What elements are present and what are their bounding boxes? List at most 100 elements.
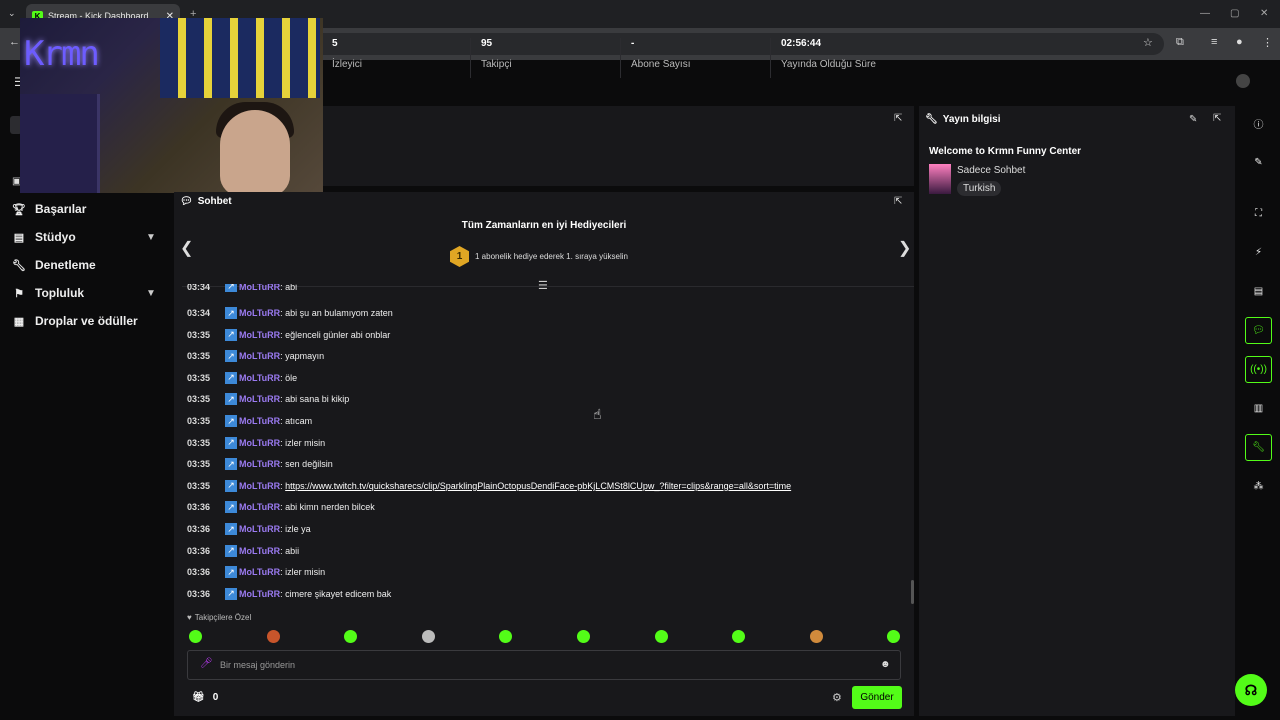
message-text: abii (285, 545, 300, 556)
chat-message: 03:35 ↗ MoLTuRR: abi sana bi kikip (187, 393, 349, 406)
send-button[interactable]: Gönder (852, 686, 902, 709)
message-username[interactable]: MoLTuRR (239, 351, 280, 361)
pencil-icon[interactable]: ✎ (1245, 149, 1272, 176)
stat-value: 5 (332, 38, 338, 49)
stream-info-header: 🔧︎ Yayın bilgisi (925, 114, 1001, 125)
emote-icon[interactable] (654, 630, 668, 643)
broadcast-icon[interactable]: ((•)) (1245, 356, 1272, 383)
edit-icon[interactable]: ✎ (1189, 114, 1197, 125)
wrench-icon: 🔧︎ (12, 259, 26, 272)
window-close-icon[interactable]: ✕ (1260, 8, 1268, 19)
message-link[interactable]: https://www.twitch.tv/quicksharecs/clip/… (285, 481, 791, 491)
prev-arrow-icon[interactable]: ❮ (180, 238, 193, 258)
message-username[interactable]: MoLTuRR (239, 416, 280, 426)
emote-icon[interactable] (266, 630, 280, 643)
neon-logo: Krmn (24, 34, 100, 74)
sidebar-item-community[interactable]: ⚑ Topluluk ▼ (12, 286, 156, 300)
message-username[interactable]: MoLTuRR (239, 373, 280, 383)
chat-settings-icon[interactable]: ⚙ (832, 691, 842, 704)
user-badge-icon: ↗ (225, 566, 237, 579)
share-icon[interactable]: ⁂ (1245, 473, 1272, 500)
clipboard-icon[interactable]: ▤ (1245, 278, 1272, 305)
layout-icon[interactable]: ▥ (1245, 395, 1272, 422)
chat-header: 💬︎ Sohbet (180, 196, 232, 207)
maximize-icon[interactable]: ▢ (1230, 8, 1239, 19)
message-text: izler misin (285, 567, 326, 578)
message-text: yapmayın (285, 351, 325, 362)
user-avatar[interactable] (1236, 74, 1250, 88)
heart-icon: ♥ (187, 613, 192, 622)
message-username[interactable]: MoLTuRR (239, 502, 280, 512)
message-username[interactable]: MoLTuRR (239, 546, 280, 556)
chat-scrollbar[interactable] (911, 580, 914, 604)
message-time: 03:34 (187, 284, 211, 292)
top-gifters-info: 1 1 abonelik hediye ederek 1. sıraya yük… (450, 246, 628, 267)
emote-icon[interactable] (421, 630, 435, 643)
message-username[interactable]: MoLTuRR (239, 524, 280, 534)
extensions-icon[interactable]: ⧉ (1176, 36, 1184, 49)
message-username[interactable]: MoLTuRR (239, 589, 280, 599)
user-badge-icon: ↗ (225, 328, 237, 341)
emote-icon[interactable] (577, 630, 590, 643)
message-username[interactable]: MoLTuRR (239, 459, 280, 469)
support-chat-button[interactable]: ☊ (1235, 674, 1267, 706)
fullscreen-icon[interactable]: ⛶ (1245, 200, 1272, 227)
message-username[interactable]: MoLTuRR (239, 284, 280, 292)
followers-only-label: Takipçilere Özel (194, 613, 252, 622)
emoji-icon[interactable]: ☻ (880, 659, 891, 670)
sidebar-item-drops[interactable]: ▦ Droplar ve ödüller (12, 314, 138, 328)
message-time: 03:35 (187, 437, 211, 448)
stream-category: Sadece Sohbet (957, 165, 1026, 176)
user-badge-icon: ↗ (225, 458, 237, 471)
chevron-down-icon[interactable]: ▼ (146, 288, 156, 299)
minimize-icon[interactable]: — (1200, 8, 1210, 19)
bookmark-star-icon[interactable]: ☆ (1143, 36, 1153, 49)
message-username[interactable]: MoLTuRR (239, 481, 280, 491)
user-badge-icon: ↗ (225, 523, 237, 535)
lightning-icon[interactable]: ⚡︎ (1245, 239, 1272, 266)
stream-info-panel (919, 106, 1235, 716)
chat-message: 03:35 ↗ MoLTuRR: öle (187, 371, 297, 384)
message-username[interactable]: MoLTuRR (239, 438, 280, 448)
message-time: 03:35 (187, 459, 211, 470)
message-username[interactable]: MoLTuRR (239, 330, 280, 340)
tab-search-icon[interactable]: ⌄ (8, 8, 16, 19)
stat-subscribers: - Abone Sayısı (620, 38, 690, 78)
menu-dots-icon[interactable]: ⋮ (1262, 36, 1273, 49)
next-arrow-icon[interactable]: ❯ (898, 238, 911, 258)
message-time: 03:34 (187, 308, 211, 318)
drops-icon: ▦ (13, 315, 25, 328)
left-sidebar (0, 104, 172, 720)
user-badge-icon: ↗ (225, 307, 237, 319)
chevron-down-icon[interactable]: ▼ (146, 232, 156, 243)
message-time: 03:36 (187, 545, 211, 556)
sidebar-item-moderation[interactable]: 🔧︎ Denetleme (12, 258, 96, 272)
streamer-face (220, 110, 290, 193)
profile-icon[interactable]: ● (1236, 36, 1243, 48)
sidebar-item-label: Topluluk (35, 286, 85, 300)
media-icon[interactable]: ≡ (1211, 36, 1217, 48)
message-username[interactable]: MoLTuRR (239, 308, 280, 318)
wrench-toggle-icon[interactable]: 🔧︎ (1245, 434, 1272, 461)
popout-icon[interactable]: ⇱ (894, 113, 902, 124)
message-time: 03:36 (187, 567, 211, 578)
info-popout-icon[interactable]: ⇱ (1213, 113, 1221, 124)
message-username[interactable]: MoLTuRR (239, 394, 280, 404)
chat-toggle-icon[interactable]: 💬︎ (1245, 317, 1272, 344)
studio-icon: ▤ (13, 231, 25, 244)
chat-popout-icon[interactable]: ⇱ (894, 196, 902, 207)
sidebar-item-achievements[interactable]: 🏆︎ Başarılar (12, 202, 86, 216)
emote-icon[interactable] (809, 630, 823, 643)
emote-icon[interactable] (189, 630, 202, 643)
info-icon[interactable]: ⓘ (1245, 110, 1272, 137)
message-text: cimere şikayet edicem bak (285, 588, 392, 599)
message-text: sen değilsin (285, 459, 333, 470)
sidebar-item-studio[interactable]: ▤ Stüdyo ▼ (12, 230, 156, 244)
microphone-icon[interactable]: 🎤︎ (200, 658, 213, 669)
user-badge-icon: ↗ (225, 415, 237, 427)
gift-counter[interactable]: 🎁︎ 0 (192, 692, 218, 703)
chat-panel (174, 192, 914, 716)
message-username[interactable]: MoLTuRR (239, 567, 280, 577)
back-icon[interactable]: ← (9, 36, 20, 48)
user-badge-icon: ↗ (225, 501, 237, 514)
